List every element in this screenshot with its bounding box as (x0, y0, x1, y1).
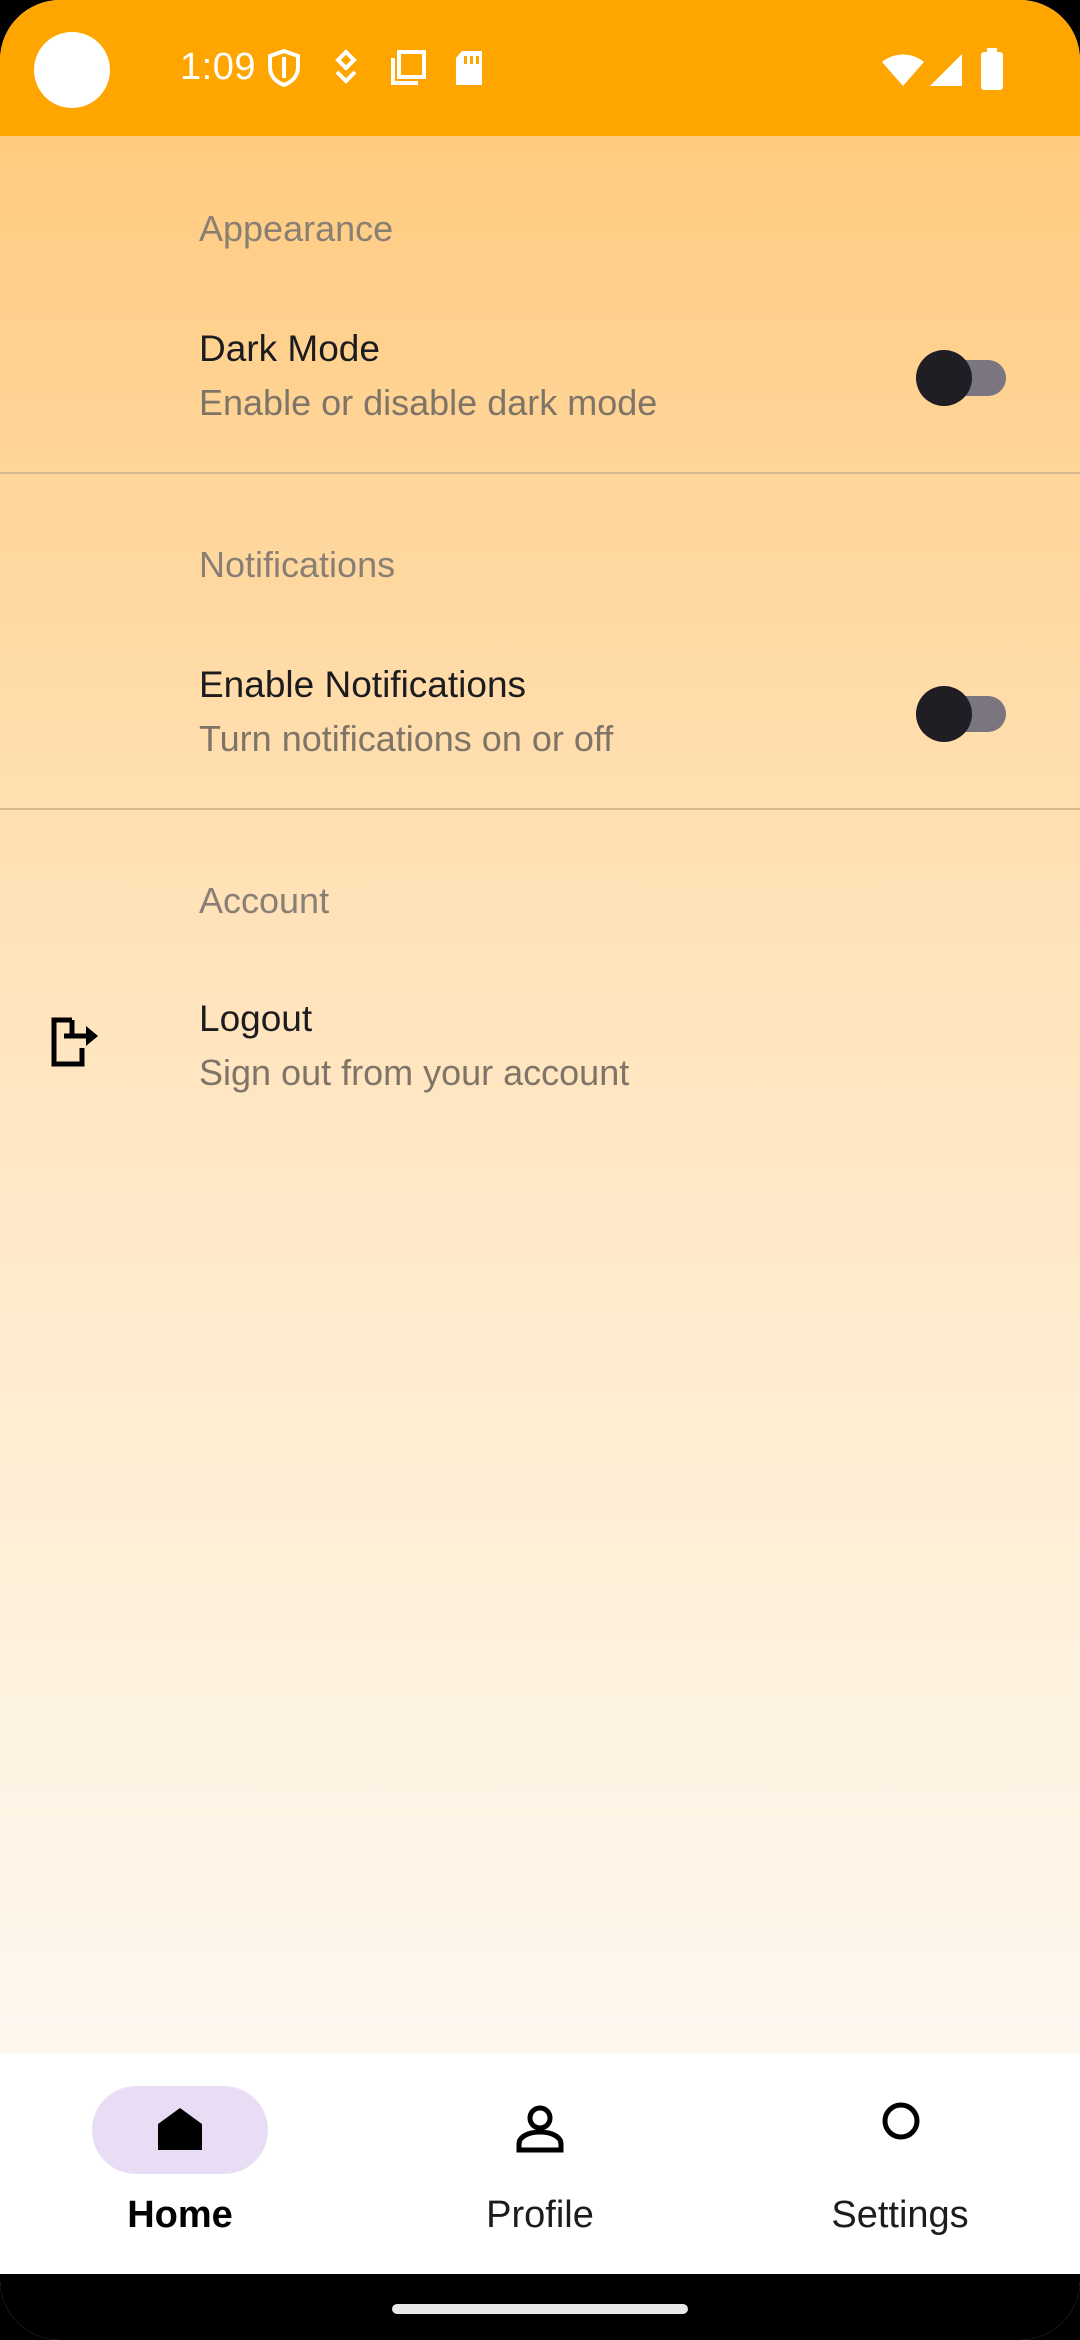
dark-mode-title: Dark Mode (199, 328, 380, 369)
nav-label-home: Home (127, 2194, 233, 2236)
app-screen: 1:09 Appearance Dark Mode Enable or disa… (0, 0, 1080, 2340)
battery-icon (980, 48, 1004, 90)
home-icon (154, 2104, 206, 2159)
camera-cutout (34, 32, 110, 108)
signal-icon (928, 52, 964, 88)
switch-thumb (916, 686, 972, 742)
wifi-icon (880, 52, 926, 88)
nav-item-home[interactable]: Home (0, 2054, 360, 2274)
logout-icon (48, 1014, 102, 1075)
section-header-appearance: Appearance (199, 208, 394, 249)
bottom-navigation: Home Profile Settings (0, 2054, 1080, 2274)
dark-mode-subtitle: Enable or disable dark mode (199, 382, 658, 423)
status-time: 1:09 (180, 46, 256, 88)
home-gesture-handle[interactable] (392, 2304, 688, 2314)
sd-card-icon (452, 48, 486, 88)
dark-mode-switch[interactable] (916, 344, 1006, 406)
notifications-title: Enable Notifications (199, 664, 527, 705)
section-header-notifications: Notifications (199, 544, 396, 585)
nav-label-profile: Profile (486, 2194, 594, 2236)
logout-subtitle: Sign out from your account (199, 1052, 630, 1093)
divider (0, 472, 1080, 474)
status-bar: 1:09 (0, 0, 1080, 136)
logout-title: Logout (199, 998, 313, 1039)
person-icon (514, 2104, 566, 2159)
copy-icon (388, 48, 428, 88)
notifications-switch[interactable] (916, 680, 1006, 742)
download-icon (328, 48, 364, 88)
notifications-subtitle: Turn notifications on or off (199, 718, 614, 759)
section-header-account: Account (199, 880, 330, 921)
circle-icon (880, 2100, 922, 2147)
settings-list: Appearance Dark Mode Enable or disable d… (0, 136, 1080, 2054)
divider (0, 808, 1080, 810)
nav-label-settings: Settings (831, 2194, 969, 2236)
nav-item-profile[interactable]: Profile (360, 2054, 720, 2274)
gesture-navigation-area (0, 2274, 1080, 2340)
shield-icon (266, 48, 302, 88)
nav-item-settings[interactable]: Settings (720, 2054, 1080, 2274)
switch-thumb (916, 350, 972, 406)
